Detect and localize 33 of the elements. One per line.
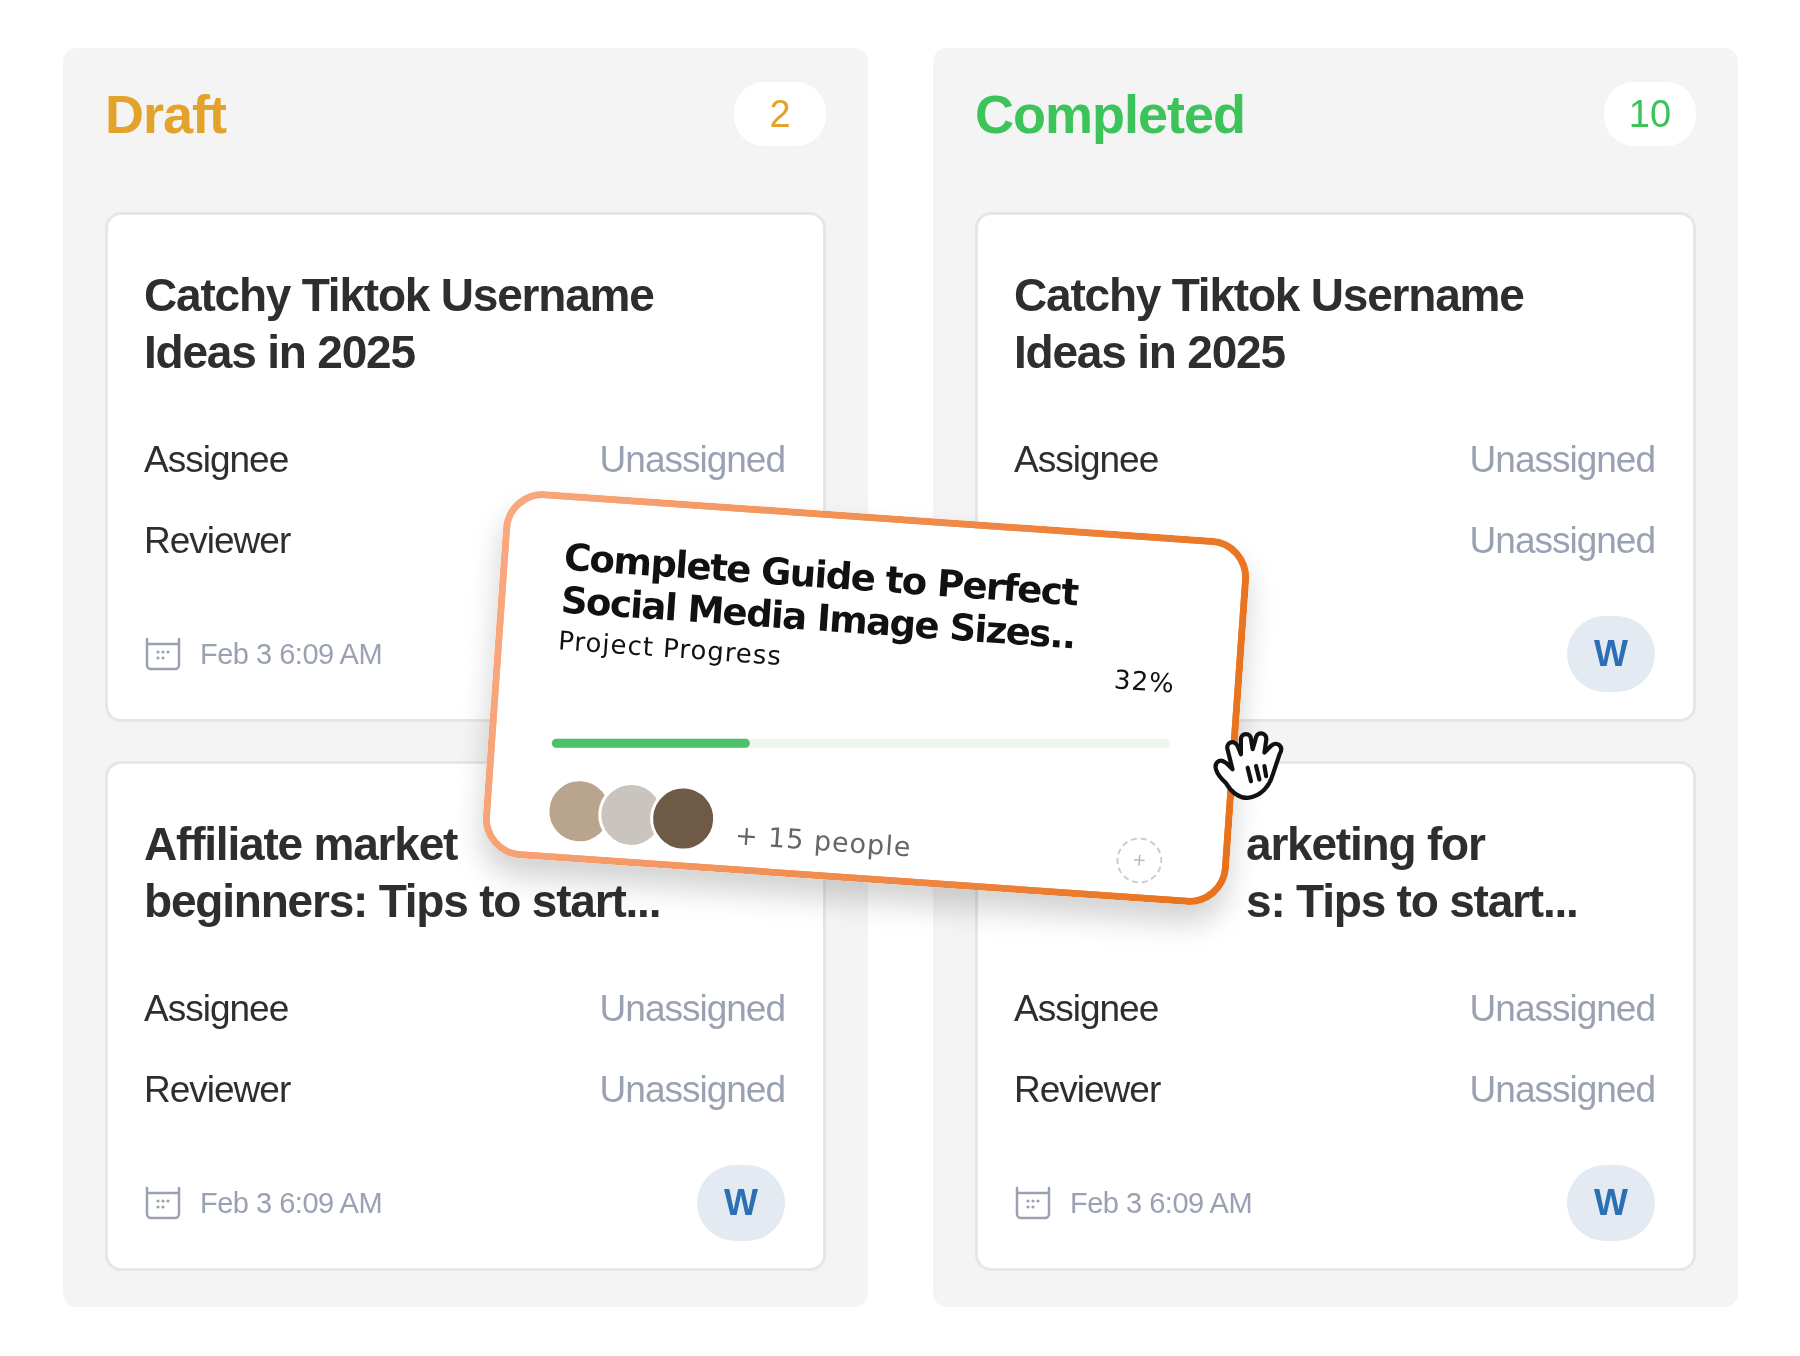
field-label: Assignee bbox=[1014, 988, 1159, 1030]
field-value: Unassigned bbox=[599, 1069, 785, 1111]
field-value: Unassigned bbox=[1469, 520, 1655, 562]
count-badge: 2 bbox=[734, 82, 826, 146]
field-label: Reviewer bbox=[144, 520, 291, 562]
field-label: Reviewer bbox=[1014, 1069, 1161, 1111]
count-badge: 10 bbox=[1604, 82, 1696, 146]
column-title: Draft bbox=[105, 83, 226, 145]
field-label: Reviewer bbox=[144, 1069, 291, 1111]
card-title: Catchy Tiktok Username Ideas in 2025 bbox=[1014, 268, 1524, 380]
field-value: Unassigned bbox=[1469, 1069, 1655, 1111]
calendar-icon bbox=[144, 1186, 182, 1220]
due-date: Feb 3 6:09 AM bbox=[200, 1186, 383, 1220]
progress-percent: 32% bbox=[1113, 664, 1176, 699]
people-count: + 15 people bbox=[734, 818, 913, 862]
avatar[interactable]: W bbox=[697, 1165, 785, 1241]
card-title: Catchy Tiktok Username Ideas in 2025 bbox=[144, 268, 654, 380]
field-value: Unassigned bbox=[1469, 988, 1655, 1030]
field-value: Unassigned bbox=[599, 439, 785, 481]
card-title: Affiliate market beginners: Tips to start... bbox=[144, 817, 661, 929]
field-label: Assignee bbox=[144, 439, 289, 481]
column-title: Completed bbox=[975, 83, 1246, 145]
calendar-icon bbox=[144, 637, 182, 671]
avatar[interactable]: W bbox=[1567, 1165, 1655, 1241]
field-label: Assignee bbox=[1014, 439, 1159, 481]
calendar-icon bbox=[1014, 1186, 1052, 1220]
field-label: Assignee bbox=[144, 988, 289, 1030]
due-date: Feb 3 6:09 AM bbox=[1070, 1186, 1253, 1220]
card-title: arketing for s: Tips to start... bbox=[1246, 817, 1578, 929]
due-date: Feb 3 6:09 AM bbox=[200, 637, 383, 671]
field-value: Unassigned bbox=[599, 988, 785, 1030]
field-value: Unassigned bbox=[1469, 439, 1655, 481]
avatar[interactable]: W bbox=[1567, 616, 1655, 692]
